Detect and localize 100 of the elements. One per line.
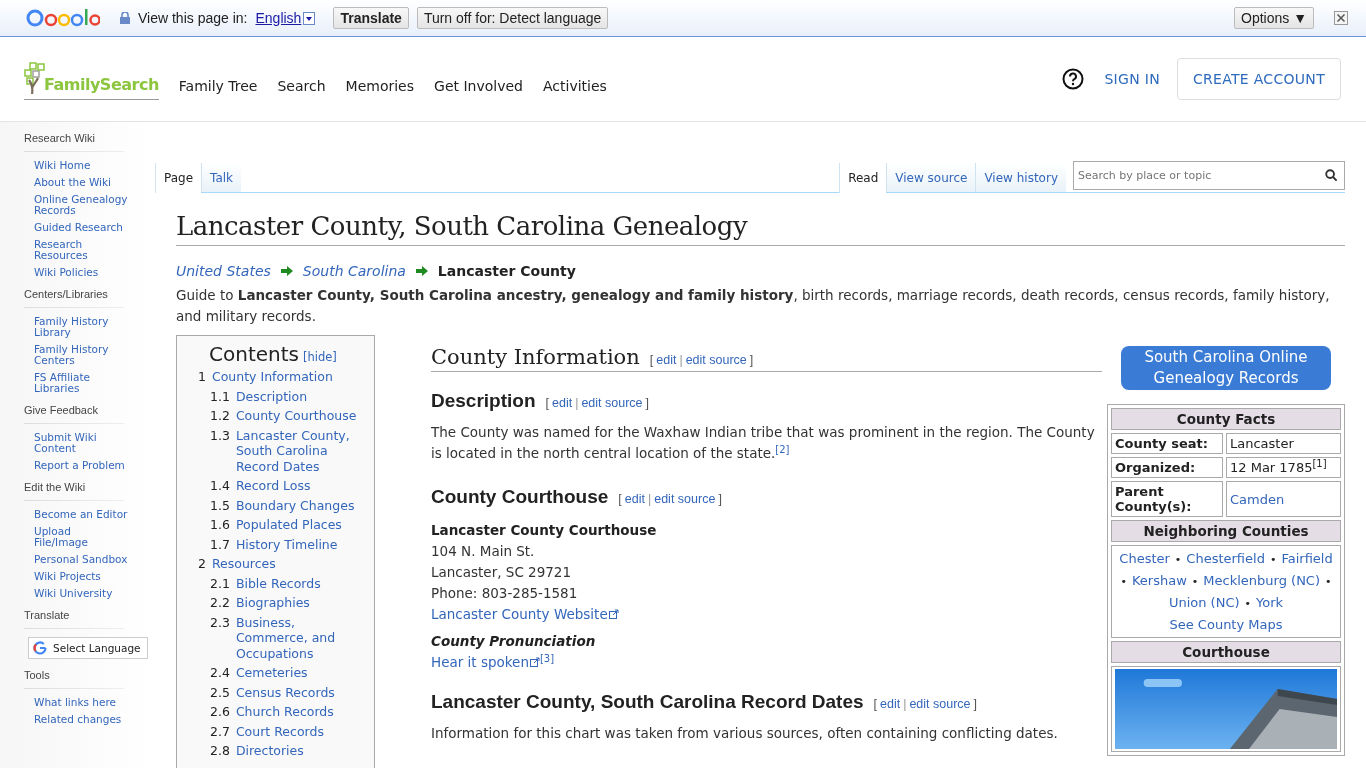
bullet: •: [1244, 596, 1252, 612]
edit-source-link[interactable]: edit source: [581, 396, 643, 410]
help-icon[interactable]: [1062, 68, 1085, 90]
sidebar-link[interactable]: Wiki Projects: [34, 571, 128, 582]
view-tab[interactable]: View history: [975, 163, 1066, 192]
nav-link[interactable]: Family Tree: [178, 78, 258, 94]
citation-link[interactable]: [2]: [775, 443, 790, 455]
contents-link[interactable]: 1.3 Lancaster County, South Carolina Record Dates: [210, 427, 366, 474]
county-link[interactable]: Fairfield: [1281, 548, 1333, 569]
county-link[interactable]: York: [1256, 592, 1284, 613]
sidebar-link[interactable]: Research Resources: [34, 239, 128, 261]
page-tab[interactable]: Talk: [201, 163, 242, 192]
hide-link[interactable]: [hide]: [302, 350, 337, 364]
sidebar-link[interactable]: Family History Library: [34, 316, 128, 338]
nav-link[interactable]: Get Involved: [434, 78, 523, 94]
sign-in-link[interactable]: SIGN IN: [1104, 71, 1160, 87]
search-icon[interactable]: [1325, 169, 1338, 182]
hear-it-link[interactable]: Hear it spoken: [431, 654, 540, 670]
county-link[interactable]: Union (NC): [1168, 592, 1240, 613]
bracket: ]: [749, 353, 754, 367]
language-link[interactable]: English: [255, 10, 302, 26]
bracket: ]: [718, 492, 722, 506]
sidebar-link[interactable]: Family History Centers: [34, 344, 128, 366]
infobox-heading: County Facts: [1111, 408, 1341, 430]
sidebar-link[interactable]: Related changes: [34, 714, 128, 725]
contents-link[interactable]: 2.5 Census Records: [210, 684, 366, 700]
edit-source-link[interactable]: edit source: [909, 697, 971, 711]
options-button[interactable]: Options ▼: [1234, 7, 1314, 29]
county-link[interactable]: Chesterfield: [1186, 548, 1265, 569]
sidebar-heading: Edit the Wiki: [24, 481, 87, 493]
view-tab[interactable]: Read: [839, 163, 887, 193]
sidebar-link[interactable]: Submit Wiki Content: [34, 432, 128, 454]
contents-link[interactable]: 1.5 Boundary Changes: [210, 497, 366, 513]
page-title: Lancaster County, South Carolina Genealogy: [176, 211, 1345, 246]
sidebar-link[interactable]: What links here: [34, 697, 128, 708]
contents-link[interactable]: 2.2 Biographies: [210, 595, 366, 611]
edit-source-link[interactable]: edit source: [654, 492, 716, 506]
contents-link[interactable]: 1.7 History Timeline: [210, 536, 366, 552]
edit-link[interactable]: edit: [552, 396, 573, 410]
contents-link[interactable]: 2 Resources: [198, 556, 366, 572]
section-heading: Lancaster County, South Carolina Record Dates: [431, 691, 864, 713]
online-records-button[interactable]: South Carolina Online Genealogy Records: [1121, 346, 1331, 390]
nav-link[interactable]: Activities: [542, 78, 607, 94]
contents-link[interactable]: 2.3 Business, Commerce, and Occupations: [210, 614, 366, 661]
citation-link[interactable]: [3]: [539, 652, 555, 664]
contents-link[interactable]: 1.4 Record Loss: [210, 478, 366, 494]
sidebar-link[interactable]: Guided Research: [34, 222, 128, 233]
edit-link[interactable]: edit: [624, 492, 645, 506]
arrow-right-icon: [280, 266, 293, 276]
select-language-button[interactable]: Select Language: [28, 637, 148, 659]
breadcrumb-link[interactable]: South Carolina: [302, 263, 406, 279]
sidebar-link[interactable]: About the Wiki: [34, 177, 128, 188]
pronunciation-label: County Pronunciation: [431, 632, 597, 651]
sidebar-link[interactable]: Personal Sandbox: [34, 554, 128, 565]
bullet: •: [1174, 552, 1182, 568]
county-link[interactable]: Kershaw: [1132, 570, 1187, 591]
page-tab[interactable]: Page: [155, 163, 202, 193]
sidebar-link[interactable]: Wiki Policies: [34, 267, 128, 278]
address-line: Phone: 803-285-1581: [431, 584, 579, 603]
website-link[interactable]: Lancaster County Website: [431, 606, 619, 622]
contents-link[interactable]: 1 County Information: [198, 369, 366, 385]
sidebar-link[interactable]: Wiki University: [34, 588, 128, 599]
search-field[interactable]: Search by place or topic: [1073, 161, 1345, 190]
tree-icon: [24, 62, 46, 94]
nav-link[interactable]: Memories: [345, 78, 415, 94]
separator: |: [575, 396, 579, 410]
fact-value-link[interactable]: Camden: [1226, 481, 1341, 517]
sidebar-heading: Centers/Libraries: [24, 288, 109, 300]
contents-link[interactable]: 1.1 Description: [210, 388, 366, 404]
breadcrumb-link[interactable]: United States: [176, 263, 271, 279]
contents-link[interactable]: 2.1 Bible Records: [210, 575, 366, 591]
translate-button[interactable]: Translate: [333, 7, 409, 29]
contents-link[interactable]: 2.4 Cemeteries: [210, 665, 366, 681]
infobox-heading: Courthouse: [1111, 641, 1341, 663]
fact-label: County seat:: [1111, 433, 1223, 454]
contents-link[interactable]: 2.7 Court Records: [210, 723, 366, 739]
county-link[interactable]: Chester: [1119, 548, 1170, 569]
view-tab[interactable]: View source: [886, 163, 976, 192]
contents-link[interactable]: 1.6 Populated Places: [210, 517, 366, 533]
translate-button[interactable]: Turn off for: Detect language: [416, 7, 609, 29]
dropdown-icon[interactable]: [303, 11, 316, 25]
edit-link[interactable]: edit: [880, 697, 901, 711]
county-maps-link[interactable]: See County Maps: [1169, 614, 1283, 635]
contents-link[interactable]: 1.2 County Courthouse: [210, 408, 366, 424]
sidebar-link[interactable]: Wiki Home: [34, 160, 128, 171]
sidebar-link[interactable]: Upload File/Image: [34, 526, 128, 548]
contents-link[interactable]: 2.6 Church Records: [210, 704, 366, 720]
contents-link[interactable]: 2.8 Directories: [210, 743, 366, 759]
create-account-button[interactable]: CREATE ACCOUNT: [1176, 58, 1341, 100]
sidebar-heading: Research Wiki: [24, 132, 96, 144]
nav-link[interactable]: Search: [277, 78, 326, 94]
close-icon[interactable]: [1334, 11, 1348, 25]
sidebar-link[interactable]: Report a Problem: [34, 460, 128, 471]
edit-link[interactable]: edit: [656, 353, 677, 367]
sidebar-heading: Give Feedback: [24, 404, 99, 416]
sidebar-link[interactable]: Become an Editor: [34, 509, 128, 520]
sidebar-link[interactable]: Online Genealogy Records: [34, 194, 128, 216]
sidebar-link[interactable]: FS Affiliate Libraries: [34, 372, 128, 394]
county-link[interactable]: Mecklenburg (NC): [1203, 570, 1320, 591]
edit-source-link[interactable]: edit source: [685, 353, 747, 367]
